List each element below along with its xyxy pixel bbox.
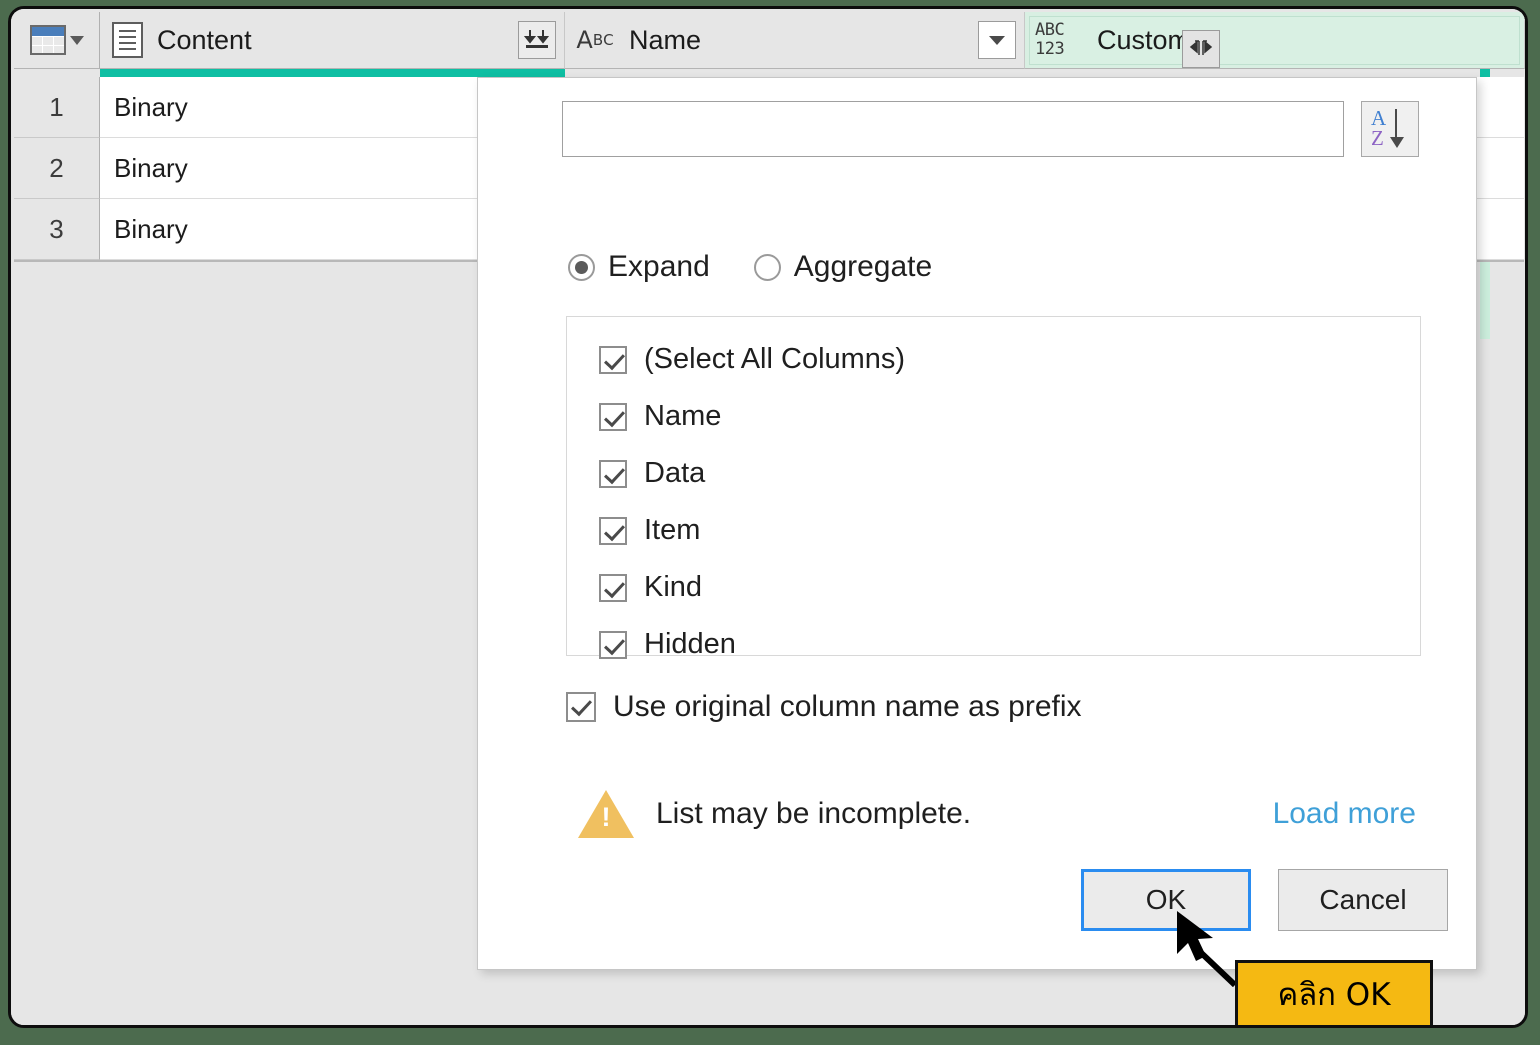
checkbox-item[interactable] xyxy=(599,517,627,545)
instruction-callout: คลิก OK xyxy=(1235,960,1433,1028)
expand-down-glyph xyxy=(524,28,550,52)
expand-columns-dialog: A Z Expand Aggregate (Select All Columns… xyxy=(477,77,1477,970)
list-item-label: Hidden xyxy=(644,628,736,661)
checkbox-name[interactable] xyxy=(599,403,627,431)
selected-column-indicator xyxy=(100,69,565,77)
list-item[interactable]: Kind xyxy=(567,559,1420,616)
list-item[interactable]: Name xyxy=(567,388,1420,445)
use-prefix-option[interactable]: Use original column name as prefix xyxy=(566,690,1082,724)
list-item[interactable]: Data xyxy=(567,445,1420,502)
abc123-any-icon: ABC123 xyxy=(1035,19,1083,61)
radio-expand[interactable]: Expand xyxy=(568,250,710,284)
column-header-content-label: Content xyxy=(157,25,252,56)
list-document-icon xyxy=(112,22,143,58)
radio-aggregate[interactable]: Aggregate xyxy=(754,250,932,284)
column-header-custom-label: Custom xyxy=(1097,25,1190,56)
load-more-link[interactable]: Load more xyxy=(1273,797,1416,831)
radio-aggregate-indicator xyxy=(754,254,781,281)
sort-az-button[interactable]: A Z xyxy=(1361,101,1419,157)
list-item-label: (Select All Columns) xyxy=(644,343,905,376)
expand-down-icon[interactable] xyxy=(518,21,556,59)
chevron-down-icon xyxy=(989,36,1005,45)
checkbox-use-original-column-name-as-prefix[interactable] xyxy=(566,692,596,722)
list-item-label: Item xyxy=(644,514,700,547)
use-prefix-label: Use original column name as prefix xyxy=(613,690,1082,724)
ok-button[interactable]: OK xyxy=(1081,869,1251,931)
radio-aggregate-label: Aggregate xyxy=(794,250,932,284)
chevron-down-icon xyxy=(70,36,84,45)
column-header-name[interactable]: ABC Name xyxy=(565,12,1025,69)
dialog-button-row: OK Cancel xyxy=(1081,869,1448,931)
search-input[interactable] xyxy=(562,101,1344,157)
list-item[interactable]: (Select All Columns) xyxy=(567,331,1420,388)
radio-expand-indicator xyxy=(568,254,595,281)
warning-text: List may be incomplete. xyxy=(656,797,971,831)
radio-expand-label: Expand xyxy=(608,250,710,284)
list-item-label: Data xyxy=(644,457,705,490)
cancel-button[interactable]: Cancel xyxy=(1278,869,1448,931)
column-header-content[interactable]: Content xyxy=(100,12,565,69)
row-number: 3 xyxy=(14,199,100,260)
row-number: 1 xyxy=(14,77,100,138)
table-grid-icon xyxy=(30,25,66,55)
checkbox-data[interactable] xyxy=(599,460,627,488)
list-item[interactable]: Item xyxy=(567,502,1420,559)
column-header-name-label: Name xyxy=(629,25,701,56)
checkbox-hidden[interactable] xyxy=(599,631,627,659)
filter-dropdown-icon[interactable] xyxy=(978,21,1016,59)
column-header-custom[interactable]: ABC123 Custom xyxy=(1025,12,1525,69)
list-item[interactable]: Hidden xyxy=(567,616,1420,673)
expand-lr-glyph xyxy=(1188,38,1214,60)
row-number: 2 xyxy=(14,138,100,199)
expand-lr-icon[interactable] xyxy=(1182,30,1220,68)
checkbox-select-all-columns[interactable] xyxy=(599,346,627,374)
mode-radio-group: Expand Aggregate xyxy=(568,250,932,284)
warning-triangle-icon xyxy=(578,790,634,838)
sort-az-icon: A Z xyxy=(1368,107,1412,151)
app-window: Content ABC Name xyxy=(8,6,1528,1028)
abc-text-icon: ABC xyxy=(575,21,615,59)
grid-corner-button[interactable] xyxy=(14,12,100,69)
checkbox-kind[interactable] xyxy=(599,574,627,602)
incomplete-list-warning: List may be incomplete. Load more xyxy=(578,790,1416,838)
grid-header-row: Content ABC Name xyxy=(14,12,1525,69)
list-item-label: Kind xyxy=(644,571,702,604)
column-checkbox-list[interactable]: (Select All Columns) Name Data Item Kind… xyxy=(566,316,1421,656)
search-row: A Z xyxy=(562,101,1450,157)
list-item-label: Name xyxy=(644,400,721,433)
